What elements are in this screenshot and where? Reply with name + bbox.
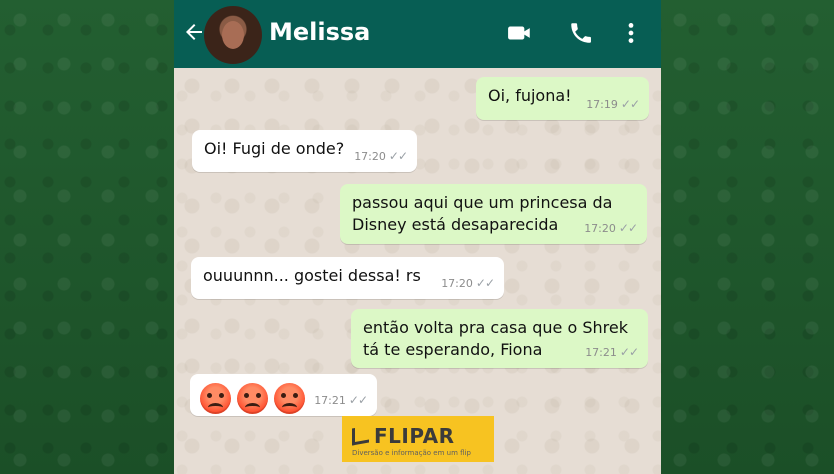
message-time: 17:20	[441, 277, 473, 291]
double-check-icon: ✓✓	[348, 393, 368, 408]
message-bubble-received[interactable]: 17:21 ✓✓	[190, 374, 377, 416]
voice-call-icon[interactable]	[568, 20, 594, 46]
message-time: 17:19	[586, 98, 618, 112]
message-meta: 17:20 ✓✓	[441, 275, 495, 292]
double-check-icon: ✓✓	[388, 149, 408, 164]
emoji-row	[200, 383, 305, 414]
message-time: 17:21	[314, 394, 346, 408]
back-arrow-icon[interactable]	[182, 20, 206, 44]
message-text: ouuunnn... gostei dessa! rs	[203, 266, 421, 285]
double-check-icon: ✓✓	[619, 345, 639, 360]
more-options-icon[interactable]	[621, 20, 641, 46]
message-text: passou aqui que um princesa da Disney es…	[352, 193, 613, 234]
double-check-icon: ✓✓	[618, 221, 638, 236]
message-bubble-received[interactable]: Oi! Fugi de onde? 17:20 ✓✓	[192, 130, 417, 172]
message-meta: 17:19 ✓✓	[586, 96, 640, 113]
flipar-watermark: FLIPAR Diversão e informação em um flip	[342, 416, 494, 462]
angry-face-emoji	[200, 383, 231, 414]
chat-header: Melissa	[174, 0, 661, 68]
avatar[interactable]	[204, 6, 262, 64]
flipar-tagline: Diversão e informação em um flip	[352, 449, 471, 457]
contact-name[interactable]: Melissa	[269, 18, 370, 46]
flipar-logo-text: FLIPAR	[374, 424, 455, 448]
angry-face-emoji	[274, 383, 305, 414]
message-bubble-sent[interactable]: então volta pra casa que o Shrek tá te e…	[351, 309, 648, 368]
message-bubble-sent[interactable]: Oi, fujona! 17:19 ✓✓	[476, 77, 649, 120]
message-meta: 17:20 ✓✓	[584, 220, 638, 237]
message-bubble-received[interactable]: ouuunnn... gostei dessa! rs 17:20 ✓✓	[191, 257, 504, 299]
message-time: 17:20	[584, 222, 616, 236]
double-check-icon: ✓✓	[475, 276, 495, 291]
message-time: 17:21	[585, 346, 617, 360]
message-text: Oi, fujona!	[488, 86, 572, 105]
message-text: Oi! Fugi de onde?	[204, 139, 345, 158]
angry-face-emoji	[237, 383, 268, 414]
message-time: 17:20	[354, 150, 386, 164]
chat-window: Melissa Oi, fujona! 17:19 ✓✓ Oi! Fugi de …	[174, 0, 661, 474]
message-meta: 17:21 ✓✓	[585, 344, 639, 361]
flipar-logo-icon	[352, 425, 369, 446]
message-meta: 17:21 ✓✓	[314, 392, 368, 409]
message-bubble-sent[interactable]: passou aqui que um princesa da Disney es…	[340, 184, 647, 244]
double-check-icon: ✓✓	[620, 97, 640, 112]
video-call-icon[interactable]	[507, 20, 533, 46]
message-meta: 17:20 ✓✓	[354, 148, 408, 165]
